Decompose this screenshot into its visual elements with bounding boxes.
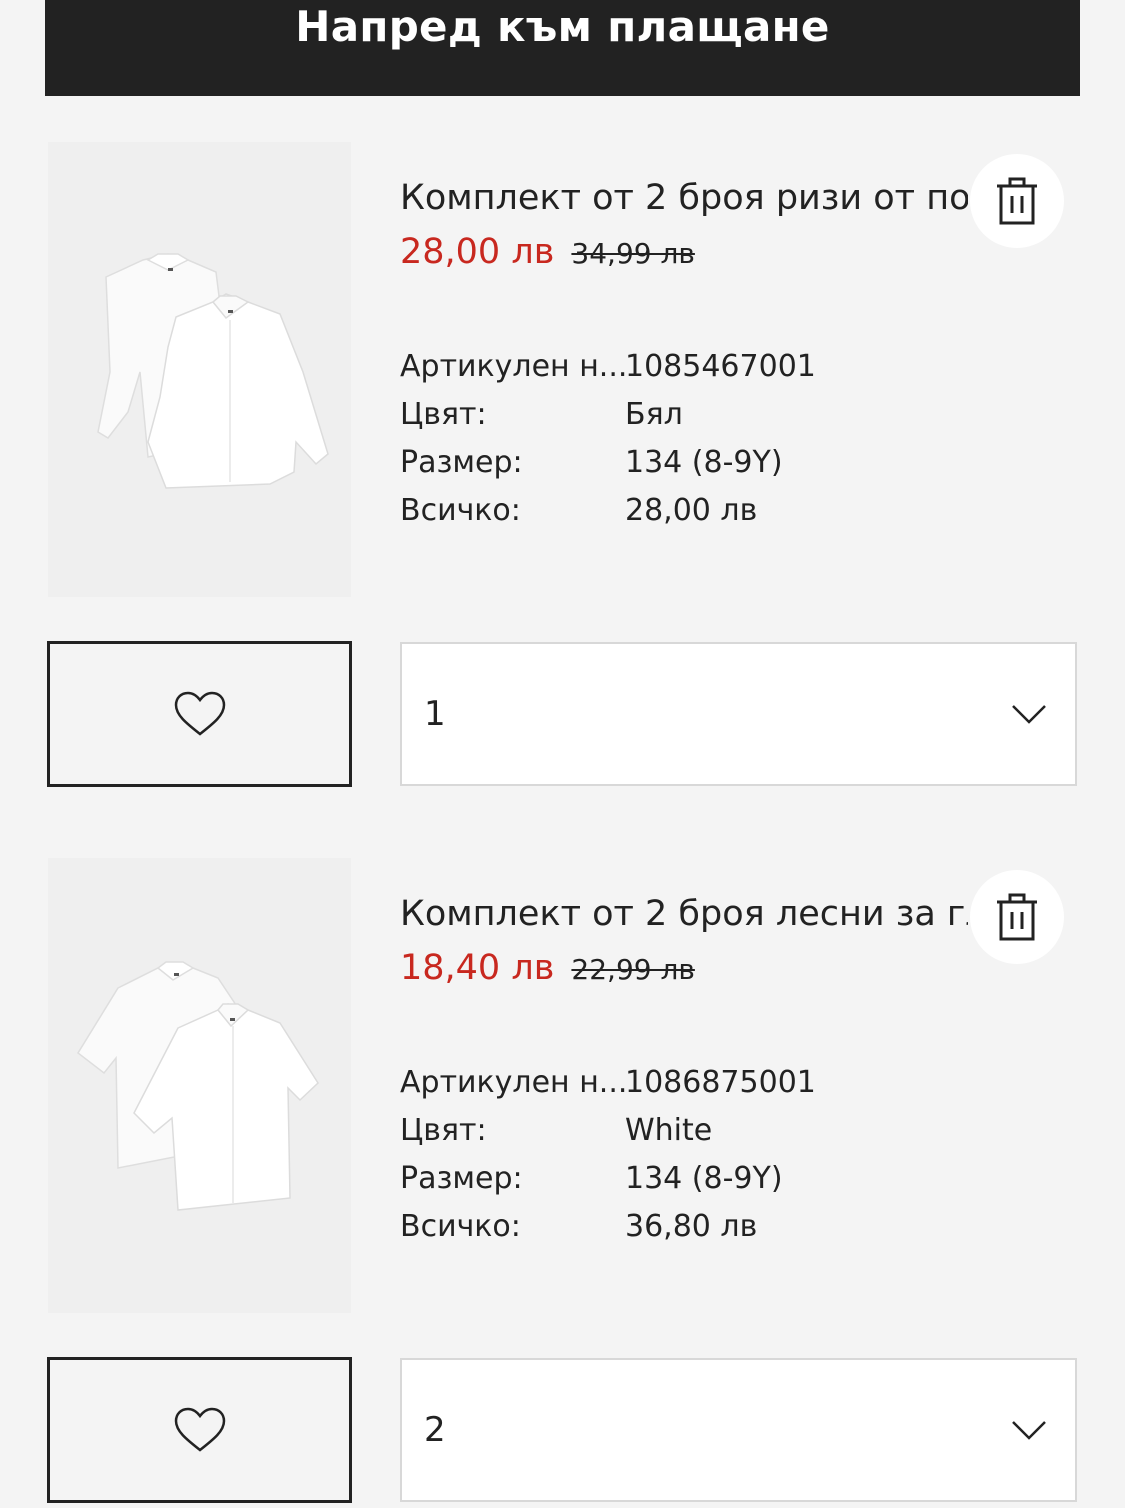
total-row: Всичко: 36,80 лв xyxy=(400,1202,816,1250)
cart-item: Комплект от 2 броя ризи от поплин 28,00 … xyxy=(0,142,1125,812)
original-price: 34,99 лв xyxy=(571,237,695,270)
chevron-down-icon xyxy=(1012,705,1046,724)
detail-label: Всичко: xyxy=(400,492,521,528)
detail-value: 1085467001 xyxy=(625,348,816,384)
product-details: Артикулен н... 1086875001 Цвят: White Ра… xyxy=(400,1058,816,1250)
detail-value: Бял xyxy=(625,396,683,432)
detail-value: 36,80 лв xyxy=(625,1208,758,1244)
detail-label: Размер: xyxy=(400,1160,523,1196)
article-number-row: Артикулен н... 1085467001 xyxy=(400,342,816,390)
product-image[interactable] xyxy=(48,142,351,597)
product-details: Артикулен н... 1085467001 Цвят: Бял Разм… xyxy=(400,342,816,534)
sale-price: 28,00 лв xyxy=(400,232,555,272)
chevron-down-icon xyxy=(1012,1421,1046,1440)
product-title[interactable]: Комплект от 2 броя ризи от поплин xyxy=(400,176,968,220)
add-to-favourites-button[interactable] xyxy=(47,1357,352,1503)
detail-label: Размер: xyxy=(400,444,523,480)
detail-value: 134 (8-9Y) xyxy=(625,444,783,480)
detail-value: 1086875001 xyxy=(625,1064,816,1100)
color-row: Цвят: Бял xyxy=(400,390,816,438)
sale-price: 18,40 лв xyxy=(400,948,555,988)
detail-label: Цвят: xyxy=(400,396,487,432)
heart-icon xyxy=(174,1407,225,1452)
size-row: Размер: 134 (8-9Y) xyxy=(400,1154,816,1202)
quantity-value: 1 xyxy=(424,694,446,734)
detail-label: Всичко: xyxy=(400,1208,521,1244)
original-price: 22,99 лв xyxy=(571,953,695,986)
detail-label: Артикулен н... xyxy=(400,1064,625,1100)
product-title[interactable]: Комплект от 2 броя лесни за гладене ризи xyxy=(400,892,968,936)
short-sleeve-shirts-image xyxy=(77,961,319,1211)
detail-value: 134 (8-9Y) xyxy=(625,1160,783,1196)
cart-page: Напред към плащане Комплект от 2 броя ри… xyxy=(0,0,1125,1508)
color-row: Цвят: White xyxy=(400,1106,816,1154)
product-image[interactable] xyxy=(48,858,351,1313)
detail-value: White xyxy=(625,1112,713,1148)
trash-icon xyxy=(997,177,1037,225)
heart-icon xyxy=(174,691,225,736)
price-row: 28,00 лв 34,99 лв xyxy=(400,232,695,272)
article-number-row: Артикулен н... 1086875001 xyxy=(400,1058,816,1106)
quantity-select[interactable]: 2 xyxy=(400,1358,1077,1502)
cart-item: Комплект от 2 броя лесни за гладене ризи… xyxy=(0,858,1125,1508)
size-row: Размер: 134 (8-9Y) xyxy=(400,438,816,486)
checkout-button[interactable]: Напред към плащане xyxy=(45,0,1080,96)
total-row: Всичко: 28,00 лв xyxy=(400,486,816,534)
add-to-favourites-button[interactable] xyxy=(47,641,352,787)
price-row: 18,40 лв 22,99 лв xyxy=(400,948,695,988)
long-sleeve-shirts-image xyxy=(97,253,329,489)
detail-label: Артикулен н... xyxy=(400,348,625,384)
detail-label: Цвят: xyxy=(400,1112,487,1148)
delete-item-button[interactable] xyxy=(970,154,1064,248)
quantity-value: 2 xyxy=(424,1410,446,1450)
quantity-select[interactable]: 1 xyxy=(400,642,1077,786)
detail-value: 28,00 лв xyxy=(625,492,758,528)
delete-item-button[interactable] xyxy=(970,870,1064,964)
trash-icon xyxy=(997,893,1037,941)
